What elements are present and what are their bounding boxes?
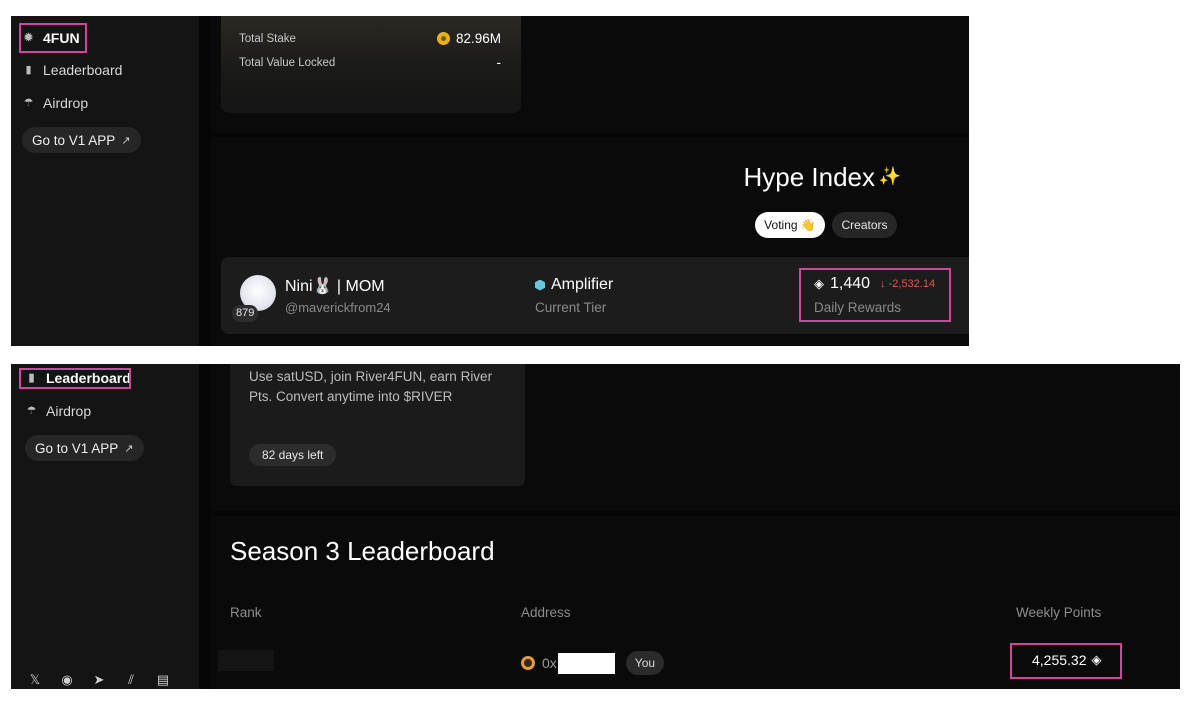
hype-index-title: Hype Index [743,162,875,192]
campaign-description: Use satUSD, join River4FUN, earn River P… [249,369,493,404]
social-links: 𝕏 ◉ ➤ ⫽ ▤ [27,673,171,687]
tvl-value: - [496,55,502,70]
section-divider [201,511,1180,516]
days-left-badge: 82 days left [249,444,337,466]
rank-badge: 879 [232,305,259,322]
coin-icon [436,32,450,45]
you-badge: You [625,651,665,675]
nav-item-label: Leaderboard [43,62,123,78]
sidebar: ✹ 4FUN ▮ Leaderboard ☂ Airdrop Go to V1 … [11,16,199,346]
discord-icon[interactable]: ◉ [59,673,75,687]
total-stake-label: Total Stake [239,32,296,45]
tvl-label: Total Value Locked [239,56,336,69]
tab-creators[interactable]: Creators [832,212,897,238]
redacted-address [557,652,615,674]
address-cell: 0x You [521,651,665,675]
nav-item-airdrop[interactable]: ☂ Airdrop [26,403,92,419]
total-stake-value: 82.96M [436,31,501,46]
nav-item-leaderboard[interactable]: ▮ Leaderboard [23,62,122,78]
external-link-icon: ↗ [124,442,134,455]
sidebar-divider [199,16,211,346]
total-stake-amount: 82.96M [455,31,501,46]
screenshot-panel-4fun: ✹ 4FUN ▮ Leaderboard ☂ Airdrop Go to V1 … [11,16,969,346]
user-handle: @maverickfrom24 [285,300,391,315]
column-header-address: Address [521,605,571,620]
sparkle-icon: ✨ [878,166,901,186]
column-header-weekly-points: Weekly Points [1016,605,1102,620]
tvl-row: Total Value Locked - [239,55,501,70]
column-header-rank: Rank [230,605,262,620]
tier-value: Amplifier [535,276,613,294]
nav-item-label: Airdrop [43,95,89,111]
telegram-icon[interactable]: ➤ [91,673,107,687]
highlight-box [799,268,951,322]
tier-caption: Current Tier [535,300,607,315]
parachute-icon: ☂ [26,404,37,417]
highlight-box [1010,643,1122,679]
sidebar-divider [199,364,211,689]
address-prefix: 0x [542,655,557,671]
tier-gem-icon [535,279,545,291]
go-to-v1-button[interactable]: Go to V1 APP ↗ [25,435,144,461]
wallet-avatar-icon [521,656,535,670]
go-to-v1-button[interactable]: Go to V1 APP ↗ [22,127,141,153]
user-name: Nini🐰 | MOM [285,278,385,295]
campaign-card: Use satUSD, join River4FUN, earn River P… [230,364,525,486]
go-to-v1-label: Go to V1 APP [32,132,116,148]
nav-item-label: Airdrop [46,403,92,419]
nav-item-airdrop[interactable]: ☂ Airdrop [23,95,89,111]
rank-cell [218,650,274,671]
sidebar: ▮ Leaderboard ☂ Airdrop Go to V1 APP ↗ 𝕏… [11,364,199,689]
external-link-icon: ↗ [121,134,131,147]
parachute-icon: ☂ [23,96,34,109]
mirror-icon[interactable]: ⫽ [123,673,139,687]
go-to-v1-label: Go to V1 APP [35,440,119,456]
docs-icon[interactable]: ▤ [155,673,171,687]
x-icon[interactable]: 𝕏 [27,673,43,687]
bar-chart-icon: ▮ [25,63,32,76]
tier-name: Amplifier [551,276,614,293]
highlight-box [19,368,131,389]
leaderboard-title: Season 3 Leaderboard [230,536,495,566]
total-stake-row: Total Stake 82.96M [239,31,501,46]
screenshot-panel-leaderboard: ▮ Leaderboard ☂ Airdrop Go to V1 APP ↗ 𝕏… [11,364,1180,689]
stake-card: Total Stake 82.96M Total Value Locked - [221,16,521,113]
tab-voting[interactable]: Voting 👋 [755,212,825,238]
section-divider [201,133,969,137]
highlight-box [19,23,87,53]
